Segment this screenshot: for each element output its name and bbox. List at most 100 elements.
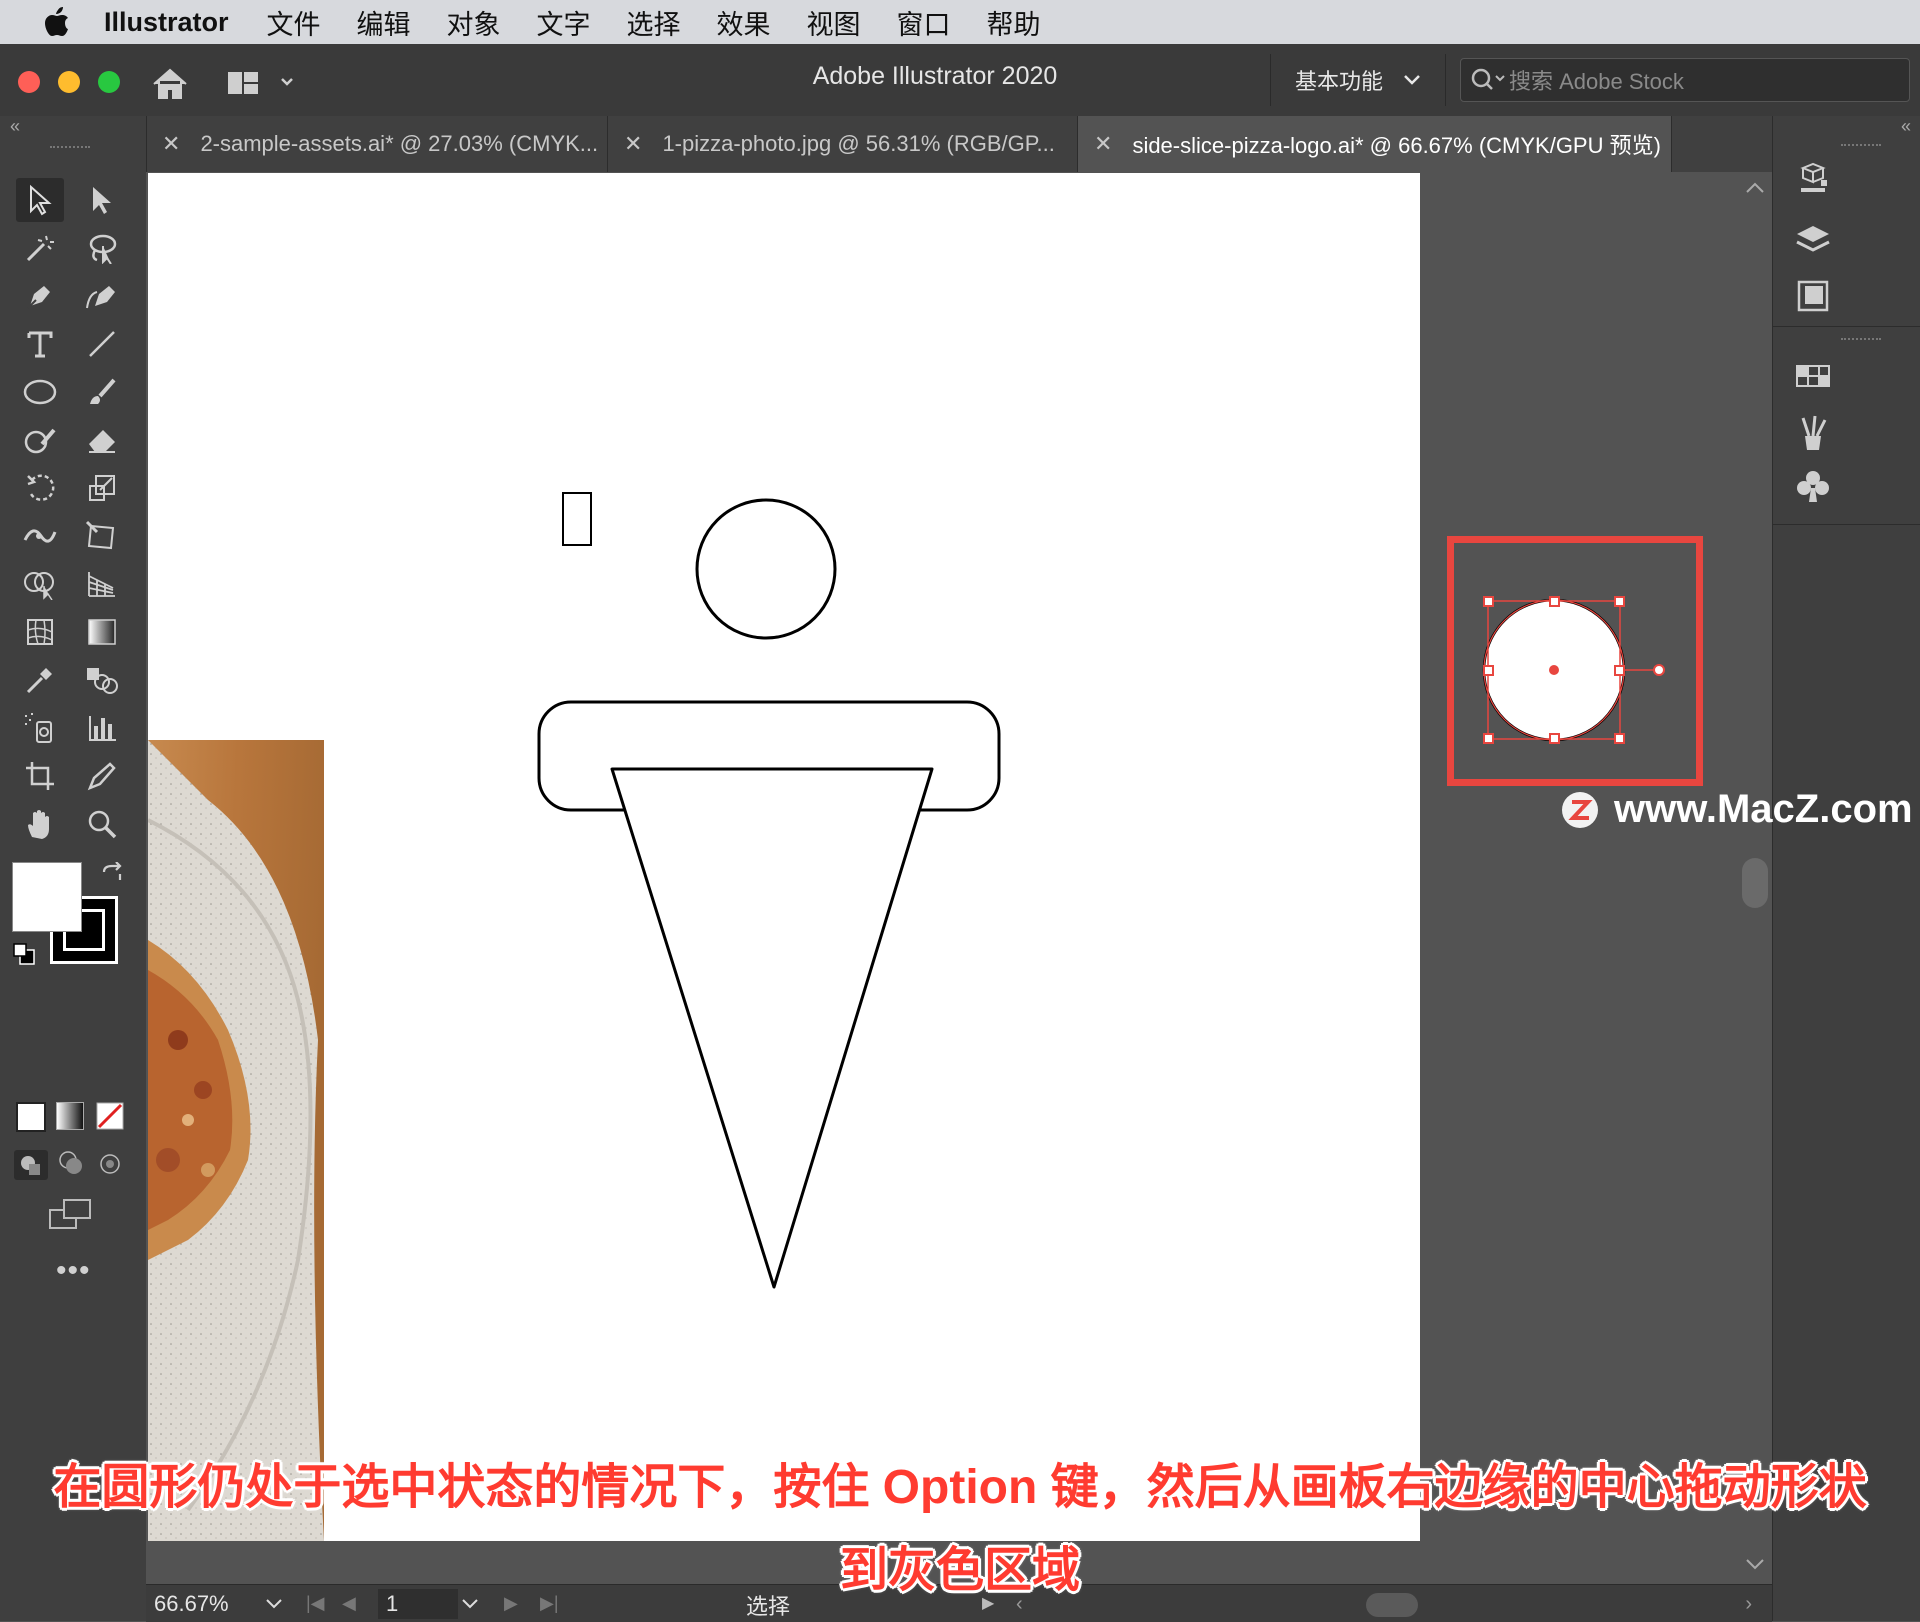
small-rectangle-shape[interactable] (562, 492, 592, 546)
tab-sample-assets[interactable]: ✕ 2-sample-assets.ai* @ 27.03% (CMYK... (146, 116, 608, 172)
pizza-slice-triangle[interactable] (610, 767, 934, 1289)
swatches-panel-icon[interactable] (1793, 356, 1833, 401)
line-segment-tool-icon[interactable] (78, 322, 126, 366)
color-mode-button[interactable] (16, 1102, 46, 1132)
selection-tool-icon[interactable] (16, 178, 64, 222)
paintbrush-tool-icon[interactable] (78, 370, 126, 414)
close-tab-icon[interactable]: ✕ (624, 131, 642, 157)
gradient-mode-button[interactable] (56, 1102, 84, 1130)
brushes-panel-icon[interactable] (1793, 412, 1833, 457)
symbols-panel-icon[interactable] (1793, 466, 1833, 511)
lasso-tool-icon[interactable] (78, 226, 126, 270)
width-tool-icon[interactable] (16, 514, 64, 558)
curvature-tool-icon[interactable] (78, 274, 126, 318)
watermark: www.MacZ.com (1560, 787, 1913, 832)
tools-panel: « ••• (0, 116, 147, 1621)
perspective-grid-tool-icon[interactable] (78, 562, 126, 606)
tutorial-caption-line-1: 在圆形仍处于选中状态的情况下，按住 Option 键，然后从画板右边缘的中心拖动… (53, 1461, 1867, 1514)
zoom-window-button[interactable] (98, 71, 120, 93)
scroll-up-icon[interactable] (1744, 180, 1766, 196)
expand-panels-icon[interactable]: « (1901, 116, 1911, 137)
menu-help[interactable]: 帮助 (987, 3, 1041, 42)
draw-inside-icon[interactable] (98, 1152, 122, 1181)
minimize-window-button[interactable] (58, 71, 80, 93)
panel-grip[interactable] (1841, 338, 1881, 346)
watermark-text: www.MacZ.com (1614, 787, 1913, 831)
home-icon[interactable] (148, 62, 192, 106)
close-tab-icon[interactable]: ✕ (162, 131, 180, 157)
stock-search-placeholder: 搜索 Adobe Stock (1509, 69, 1684, 94)
menu-edit[interactable]: 编辑 (357, 3, 411, 42)
tab-pizza-logo[interactable]: ✕ side-slice-pizza-logo.ai* @ 66.67% (CM… (1078, 116, 1672, 172)
blend-tool-icon[interactable] (78, 658, 126, 702)
circle-shape[interactable] (695, 498, 837, 640)
fill-swatch[interactable] (12, 862, 82, 932)
tutorial-caption-line-2: 到灰色区域 (839, 1544, 1080, 1597)
vertical-scrollbar[interactable] (1738, 172, 1772, 1584)
menu-select[interactable]: 选择 (627, 3, 681, 42)
macos-menubar: Illustrator 文件 编辑 对象 文字 选择 效果 视图 窗口 帮助 (0, 0, 1920, 44)
document-tabbar: ✕ 2-sample-assets.ai* @ 27.03% (CMYK... … (146, 116, 1772, 172)
ellipse-tool-icon[interactable] (16, 370, 64, 414)
symbol-sprayer-tool-icon[interactable] (16, 706, 64, 750)
divider (1270, 54, 1271, 106)
tab-label: side-slice-pizza-logo.ai* @ 66.67% (CMYK… (1132, 133, 1661, 158)
menu-app-name[interactable]: Illustrator (104, 7, 229, 38)
workspace-label: 基本功能 (1295, 69, 1384, 94)
properties-panel-icon[interactable] (1793, 162, 1833, 207)
menu-file[interactable]: 文件 (267, 3, 321, 42)
swap-fill-stroke-icon[interactable] (100, 861, 126, 893)
workspace-switcher[interactable]: 基本功能 (1295, 64, 1421, 96)
none-mode-button[interactable] (96, 1102, 124, 1135)
direct-selection-tool-icon[interactable] (78, 178, 126, 222)
column-graph-tool-icon[interactable] (78, 706, 126, 750)
macz-logo-icon (1562, 791, 1598, 828)
magic-wand-tool-icon[interactable] (16, 226, 64, 270)
tab-label: 2-sample-assets.ai* @ 27.03% (CMYK... (200, 131, 599, 156)
gradient-tool-icon[interactable] (78, 610, 126, 654)
search-icon (1471, 68, 1505, 90)
artboard-tool-icon[interactable] (16, 754, 64, 798)
screen-mode-icon[interactable] (48, 1198, 94, 1237)
artboard[interactable] (148, 173, 1420, 1541)
window-title: Adobe Illustrator 2020 (812, 62, 1058, 90)
default-fill-stroke-icon[interactable] (12, 942, 36, 971)
eyedropper-tool-icon[interactable] (16, 658, 64, 702)
duplicated-circle-selection[interactable] (1470, 590, 1670, 750)
menu-view[interactable]: 视图 (807, 3, 861, 42)
panel-grip[interactable] (1841, 144, 1881, 152)
close-tab-icon[interactable]: ✕ (1094, 131, 1112, 157)
hand-tool-icon[interactable] (16, 802, 64, 846)
divider (1445, 54, 1446, 106)
menu-object[interactable]: 对象 (447, 3, 501, 42)
menu-type[interactable]: 文字 (537, 3, 591, 42)
logo-artwork (537, 492, 1001, 1289)
tab-label: 1-pizza-photo.jpg @ 56.31% (RGB/GP... (662, 131, 1055, 156)
stock-search-input[interactable]: 搜索 Adobe Stock (1460, 58, 1910, 102)
slice-tool-icon[interactable] (78, 754, 126, 798)
scale-tool-icon[interactable] (78, 466, 126, 510)
mesh-tool-icon[interactable] (16, 610, 64, 654)
eraser-tool-icon[interactable] (78, 418, 126, 462)
free-transform-tool-icon[interactable] (78, 514, 126, 558)
chevron-down-icon (1404, 75, 1420, 85)
app-titlebar: Adobe Illustrator 2020 基本功能 搜索 Adobe Sto… (0, 44, 1920, 117)
tab-pizza-photo[interactable]: ✕ 1-pizza-photo.jpg @ 56.31% (RGB/GP... (608, 116, 1078, 172)
shaper-tool-icon[interactable] (16, 418, 64, 462)
scrollbar-thumb[interactable] (1742, 858, 1768, 908)
apple-logo-icon[interactable] (38, 7, 76, 37)
arrange-documents-button[interactable] (226, 66, 298, 102)
shape-builder-tool-icon[interactable] (16, 562, 64, 606)
libraries-panel-icon[interactable] (1793, 276, 1833, 321)
close-window-button[interactable] (18, 71, 40, 93)
type-tool-icon[interactable] (16, 322, 64, 366)
pen-tool-icon[interactable] (16, 274, 64, 318)
rotate-tool-icon[interactable] (16, 466, 64, 510)
draw-normal-icon[interactable] (14, 1150, 48, 1180)
draw-behind-icon[interactable] (58, 1150, 84, 1181)
more-tools-icon[interactable]: ••• (56, 1254, 91, 1288)
menu-window[interactable]: 窗口 (897, 3, 951, 42)
zoom-tool-icon[interactable] (78, 802, 126, 846)
menu-effect[interactable]: 效果 (717, 3, 771, 42)
layers-panel-icon[interactable] (1793, 220, 1833, 265)
